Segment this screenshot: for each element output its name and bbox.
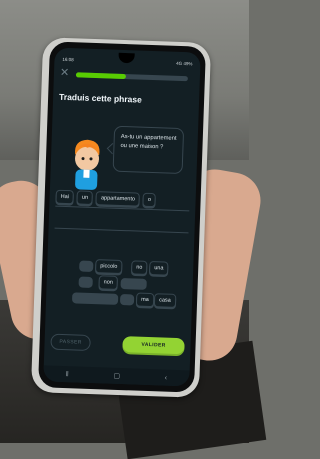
bottom-actions: PASSER VALIDER: [50, 333, 185, 359]
close-icon[interactable]: ✕: [60, 67, 70, 79]
used-tile-placeholder: [120, 277, 147, 290]
used-tile-placeholder: [71, 292, 119, 305]
menu-icon[interactable]: ‖: [66, 371, 69, 378]
page-title: Traduis cette phrase: [58, 91, 142, 105]
word-bank: piccolo no una non ma casa: [51, 258, 187, 323]
answer-tile[interactable]: Hai: [55, 189, 75, 205]
phone-screen: 16:08 4G 49% ✕ Traduis cette phrase As-t…: [43, 47, 201, 387]
used-tile-placeholder: [78, 276, 93, 289]
status-time: 16:08: [62, 56, 74, 62]
lesson-topbar: ✕: [60, 67, 192, 85]
home-icon[interactable]: ▢: [113, 372, 120, 380]
word-bank-tile[interactable]: ma: [135, 292, 155, 308]
word-bank-tile[interactable]: non: [98, 275, 119, 290]
used-tile-placeholder: [79, 260, 94, 273]
back-icon[interactable]: ‹: [165, 374, 168, 381]
used-tile-placeholder: [119, 293, 135, 306]
status-indicators: 4G 49%: [176, 60, 193, 66]
word-bank-tile[interactable]: casa: [153, 293, 176, 308]
speech-bubble: As-tu un appartement ou une maison ?: [112, 125, 185, 175]
word-bank-tile[interactable]: piccolo: [95, 259, 123, 275]
check-button[interactable]: VALIDER: [122, 336, 185, 355]
character-illustration: [66, 134, 108, 195]
answer-tile[interactable]: o: [142, 192, 157, 208]
progress-fill: [75, 72, 127, 80]
status-bar: 16:08 4G 49%: [62, 54, 192, 69]
lesson-progress: [75, 72, 188, 82]
answer-line: [54, 227, 189, 234]
answer-tile[interactable]: un: [76, 190, 94, 205]
word-bank-tile[interactable]: no: [131, 260, 148, 275]
skip-button[interactable]: PASSER: [50, 333, 91, 351]
answer-tile[interactable]: appartamento: [95, 191, 141, 207]
word-bank-tile[interactable]: una: [148, 260, 169, 276]
